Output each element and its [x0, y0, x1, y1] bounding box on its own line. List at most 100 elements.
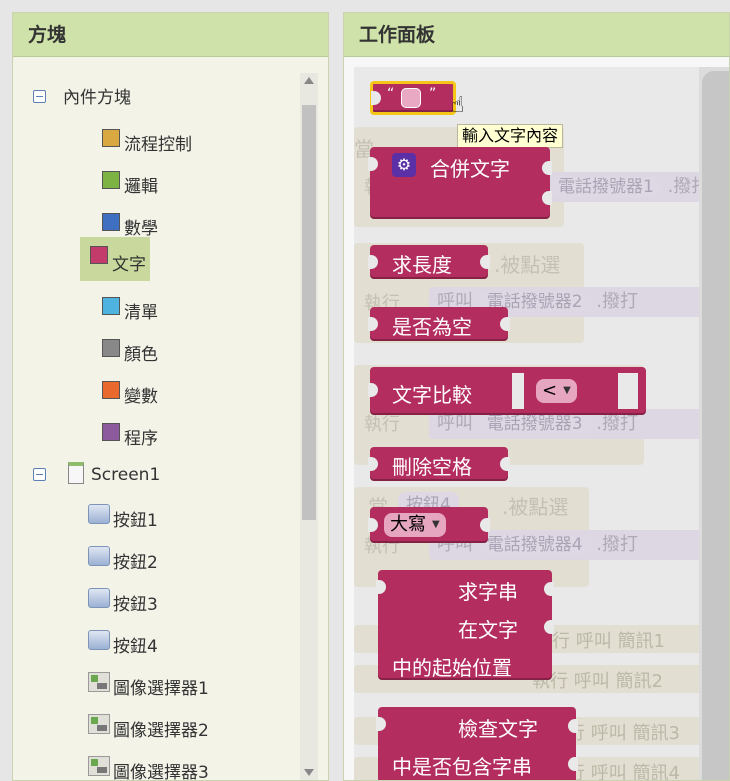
input-socket	[544, 620, 554, 634]
case-value: 大寫	[390, 514, 426, 535]
component-imagepicker2[interactable]: 圖像選擇器2	[88, 713, 209, 743]
category-control[interactable]: 流程控制	[92, 127, 198, 157]
procedures-swatch-icon	[102, 423, 120, 441]
block-connector	[368, 157, 378, 171]
screen-icon	[68, 462, 84, 484]
variables-swatch-icon	[102, 381, 120, 399]
starts-at-line1: 求字串	[458, 580, 518, 604]
workspace-scrollbar[interactable]	[699, 67, 729, 780]
component-button3[interactable]: 按鈕3	[88, 587, 158, 617]
category-logic[interactable]: 邏輯	[92, 169, 164, 199]
image-picker-icon	[88, 756, 110, 776]
starts-at-block[interactable]: 求字串 在文字 中的起始位置	[376, 570, 554, 680]
category-procedures[interactable]: 程序	[92, 421, 164, 451]
input-socket	[568, 757, 578, 771]
ghost-click-4: .被點選	[502, 495, 569, 519]
component-imagepicker1[interactable]: 圖像選擇器1	[88, 671, 209, 701]
operator-value: <	[542, 380, 558, 401]
close-quote: ”	[429, 86, 437, 102]
ghost-click-2: .被點選	[494, 253, 561, 277]
button-icon	[88, 546, 110, 566]
block-connector	[368, 457, 378, 471]
length-block[interactable]: 求長度	[368, 245, 490, 279]
collapse-icon[interactable]	[33, 90, 46, 103]
text-string-block[interactable]: “ ”	[370, 81, 456, 115]
logic-swatch-icon	[102, 171, 120, 189]
contains-line1: 檢查文字	[458, 717, 538, 741]
builtin-group-row[interactable]: 內件方塊	[33, 83, 131, 113]
compare-label: 文字比較	[392, 383, 472, 407]
text-swatch-icon	[90, 246, 108, 264]
contains-block[interactable]: 檢查文字 中是否包含字串	[376, 707, 578, 780]
trim-label: 刪除空格	[392, 455, 472, 479]
case-block[interactable]: 大寫 ▼	[368, 507, 490, 543]
builtin-group-label: 內件方塊	[63, 87, 131, 108]
gear-icon[interactable]: ⚙	[392, 153, 416, 177]
component-button4[interactable]: 按鈕4	[88, 629, 158, 659]
blocks-tree: 內件方塊 流程控制 邏輯 數學 文字 清單 顏色 變數 程序 Screen1 按…	[13, 57, 303, 780]
category-lists[interactable]: 清單	[92, 295, 164, 325]
block-connector	[376, 717, 386, 731]
math-swatch-icon	[102, 213, 120, 231]
open-quote: “	[387, 86, 395, 102]
scroll-down-icon[interactable]	[304, 769, 314, 776]
button-icon	[88, 588, 110, 608]
input-socket	[480, 255, 490, 269]
contains-line2: 中是否包含字串	[392, 755, 532, 779]
block-connector	[368, 518, 378, 532]
input-socket	[542, 191, 552, 205]
input-socket	[544, 582, 554, 596]
block-connector	[368, 317, 378, 331]
is-empty-block[interactable]: 是否為空	[368, 307, 510, 341]
hand-cursor-icon: ☝	[451, 93, 465, 118]
scrollbar-thumb[interactable]	[702, 71, 729, 780]
button-icon	[88, 504, 110, 524]
case-dropdown[interactable]: 大寫 ▼	[384, 513, 446, 537]
blocks-panel: 方塊 內件方塊 流程控制 邏輯 數學 文字 清單 顏色 變數 程序 Screen…	[12, 12, 329, 781]
input-socket	[480, 518, 490, 532]
starts-at-line3: 中的起始位置	[392, 656, 512, 680]
tooltip: 輸入文字內容	[457, 124, 564, 148]
block-connector	[376, 580, 386, 594]
dropdown-caret-icon: ▼	[563, 385, 571, 396]
image-picker-icon	[88, 672, 110, 692]
component-button2[interactable]: 按鈕2	[88, 545, 158, 575]
blocks-tree-scrollbar[interactable]	[300, 73, 318, 780]
collapse-icon[interactable]	[33, 468, 46, 481]
scrollbar-thumb[interactable]	[302, 105, 316, 520]
category-variables[interactable]: 變數	[92, 379, 164, 409]
block-connector	[368, 255, 378, 269]
input-socket	[568, 719, 578, 733]
blocks-panel-title: 方塊	[13, 13, 328, 57]
colors-swatch-icon	[102, 339, 120, 357]
category-colors[interactable]: 顏色	[92, 337, 164, 367]
block-connector	[368, 383, 378, 397]
component-button1[interactable]: 按鈕1	[88, 503, 158, 533]
image-picker-icon	[88, 714, 110, 734]
block-connector	[371, 91, 381, 105]
operator-dropdown[interactable]: < ▼	[536, 379, 577, 403]
trim-block[interactable]: 刪除空格	[368, 447, 510, 481]
input-socket	[542, 161, 552, 175]
input-socket	[618, 373, 638, 409]
screen-row[interactable]: Screen1	[33, 461, 160, 491]
workspace-panel: 工作面板 當 執行 電話撥號器1 .撥打 .被點選 執行 呼叫 電話撥號器2 .…	[343, 12, 730, 781]
category-text[interactable]: 文字	[80, 237, 150, 281]
string-value-field[interactable]	[401, 88, 421, 108]
control-swatch-icon	[102, 129, 120, 147]
component-imagepicker3[interactable]: 圖像選擇器3	[88, 755, 209, 780]
workspace-title: 工作面板	[344, 13, 729, 57]
input-socket	[512, 373, 524, 409]
blocks-workspace[interactable]: 當 執行 電話撥號器1 .撥打 .被點選 執行 呼叫 電話撥號器2 .撥打 執行…	[354, 67, 729, 780]
input-socket	[500, 317, 510, 331]
screen-label: Screen1	[91, 465, 161, 485]
input-socket	[500, 457, 510, 471]
dropdown-caret-icon: ▼	[432, 519, 440, 530]
button-icon	[88, 630, 110, 650]
join-block[interactable]: ⚙ 合併文字	[368, 147, 552, 219]
starts-at-line2: 在文字	[458, 618, 518, 642]
scroll-up-icon[interactable]	[304, 77, 314, 84]
join-label: 合併文字	[430, 157, 510, 181]
compare-block[interactable]: 文字比較 < ▼	[368, 367, 646, 415]
length-label: 求長度	[392, 253, 452, 277]
